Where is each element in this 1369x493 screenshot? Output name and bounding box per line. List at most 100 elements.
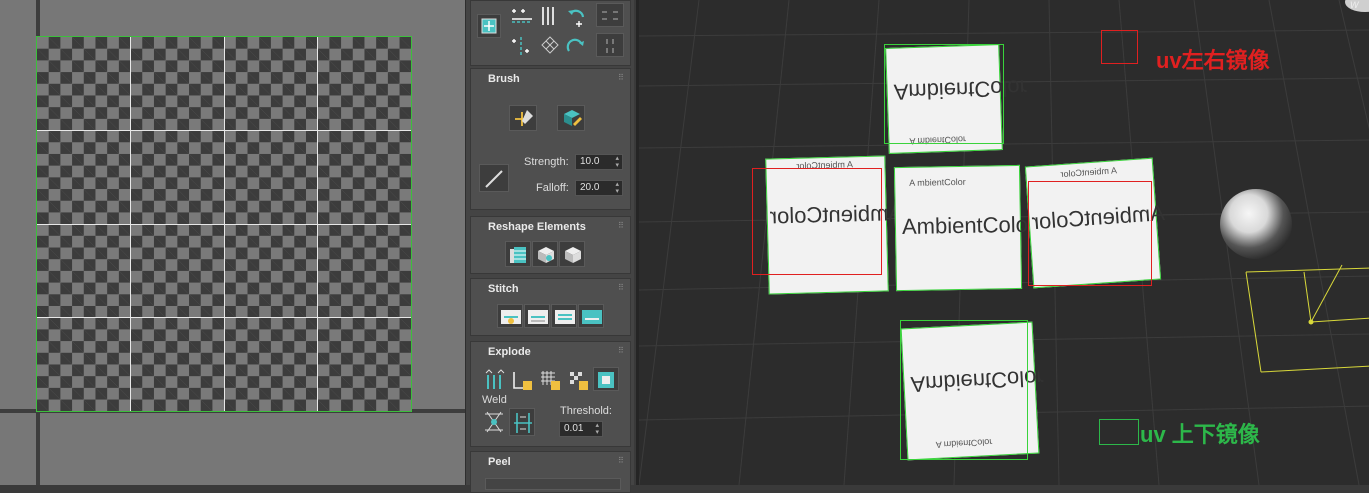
- brush-move-icon: [515, 110, 533, 126]
- stitch-to-source-button[interactable]: [524, 304, 550, 328]
- weld-target-button[interactable]: [509, 408, 535, 436]
- stitch-average-button[interactable]: [551, 304, 577, 328]
- uv-checker-texture[interactable]: [36, 36, 412, 412]
- align-tools-rollout: [470, 0, 631, 66]
- align-vertical-lines-button[interactable]: [537, 3, 561, 27]
- weld-label: Weld: [482, 394, 507, 406]
- annotation-lr-mirror: uv左右镜像: [1156, 48, 1270, 73]
- align-vertical-button[interactable]: [507, 33, 535, 57]
- brush-rollout: Brush ⠿ Strength: 10.0 ▴ ▾ Falloff: 20.0 …: [470, 68, 631, 210]
- spinner-arrows-icon[interactable]: ▴ ▾: [595, 422, 599, 436]
- strength-spinner[interactable]: 10.0 ▴ ▾: [575, 154, 623, 170]
- grid-diamond-icon: [541, 36, 559, 54]
- rotate-cw-icon: [566, 38, 584, 52]
- vertical-lines-icon: [542, 7, 554, 25]
- reshape-elements-rollout: Reshape Elements ⠿: [470, 216, 631, 274]
- uv-card-bottom-outline: [900, 320, 1028, 460]
- stitch-title[interactable]: Stitch: [471, 279, 630, 299]
- space-horizontal-button[interactable]: [596, 3, 624, 27]
- threshold-label: Threshold:: [560, 405, 612, 417]
- rollout-grip-icon: ⠿: [618, 73, 624, 82]
- checker-icon: [570, 372, 588, 390]
- strength-label: Strength:: [524, 156, 569, 168]
- rotate-ccw-button[interactable]: [563, 3, 587, 27]
- align-horizontal-icon: [512, 9, 532, 23]
- strength-value: 10.0: [580, 156, 600, 167]
- straighten-icon: [510, 247, 526, 263]
- brush-relax-button[interactable]: [557, 105, 585, 131]
- stitch-rollout: Stitch ⠿: [470, 278, 631, 336]
- pencil-icon: [485, 170, 503, 188]
- card-small-label: A mbientColor: [1060, 165, 1118, 180]
- align-vertical-icon: [512, 37, 529, 55]
- uv-grid-line: [37, 317, 411, 318]
- legend-green-box: [1099, 419, 1139, 445]
- pin-tool-button[interactable]: [477, 14, 501, 38]
- uv-card-center[interactable]: AmbientColor A mbientColor: [893, 164, 1035, 292]
- cube-icon: [565, 247, 581, 263]
- break-icon: [485, 369, 505, 389]
- uv-editor-viewport[interactable]: [0, 0, 465, 485]
- mirror-highlight-right: [1028, 181, 1152, 286]
- card-small-label: A mbientColor: [909, 176, 966, 188]
- viewcube-label: W: [1350, 0, 1359, 10]
- grid-pattern-button[interactable]: [537, 33, 561, 57]
- rollout-grip-icon: ⠿: [618, 346, 624, 355]
- explode-rollout: Explode ⠿ Weld Threshold: 0.01 ▴ ▾: [470, 341, 631, 447]
- rollout-grip-icon: ⠿: [618, 283, 624, 292]
- relax-button[interactable]: [532, 241, 558, 267]
- rollout-grip-icon: ⠿: [618, 221, 624, 230]
- stitch-source-icon: [528, 310, 548, 324]
- align-horizontal-button[interactable]: [507, 3, 535, 27]
- flatten-material-icon: [598, 372, 614, 388]
- peel-rollout: Peel ⠿: [470, 451, 631, 493]
- falloff-label: Falloff:: [536, 182, 569, 194]
- legend-red-box: [1101, 30, 1138, 64]
- weld-icon: [485, 411, 503, 433]
- spinner-arrows-icon[interactable]: ▴ ▾: [615, 181, 619, 195]
- flatten-by-polygon-button[interactable]: [537, 367, 563, 391]
- selected-object-outline[interactable]: [1245, 264, 1369, 373]
- explode-title[interactable]: Explode: [471, 342, 630, 362]
- flatten-by-material-button[interactable]: [593, 367, 619, 391]
- straighten-selection-button[interactable]: [505, 241, 531, 267]
- relax-cube-icon: [538, 247, 554, 263]
- rotate-cw-button[interactable]: [563, 33, 587, 57]
- textured-sphere[interactable]: [1220, 189, 1292, 259]
- stitch-custom-button[interactable]: [497, 304, 523, 328]
- peel-title[interactable]: Peel: [471, 452, 630, 472]
- falloff-spinner[interactable]: 20.0 ▴ ▾: [575, 180, 623, 196]
- falloff-value: 20.0: [580, 182, 600, 193]
- unwrap-tools-panel: Brush ⠿ Strength: 10.0 ▴ ▾ Falloff: 20.0 …: [465, 0, 634, 493]
- stitch-to-target-button[interactable]: [578, 304, 604, 328]
- card-label: AmbientColor: [901, 211, 1036, 239]
- detach-edge-button[interactable]: [509, 367, 535, 391]
- stitch-custom-icon: [501, 310, 521, 324]
- weld-target-icon: [514, 413, 532, 433]
- rotate-ccw-icon: [568, 9, 585, 27]
- perspective-viewport[interactable]: W AmbientColor A mbientColor AmbientColo…: [636, 0, 1369, 485]
- uv-grid-line: [37, 224, 411, 225]
- stitch-average-icon: [555, 310, 575, 324]
- stitch-target-icon: [582, 310, 602, 324]
- peel-button-row: [485, 478, 621, 490]
- mirror-highlight-left: [752, 168, 882, 275]
- break-button[interactable]: [481, 367, 507, 391]
- annotation-tb-mirror: uv 上下镜像: [1140, 422, 1260, 447]
- weld-selected-button[interactable]: [481, 408, 507, 436]
- space-vertical-icon: [606, 39, 614, 53]
- flatten-grid-icon: [541, 371, 560, 390]
- brush-pencil-button[interactable]: [479, 164, 509, 192]
- reshape-elements-title[interactable]: Reshape Elements: [471, 217, 630, 237]
- brush-move-button[interactable]: [509, 105, 537, 131]
- flatten-by-smoothing-button[interactable]: [565, 367, 591, 391]
- rollout-grip-icon: ⠿: [618, 456, 624, 465]
- threshold-value: 0.01: [564, 423, 584, 434]
- space-horizontal-icon: [602, 11, 618, 20]
- spinner-arrows-icon[interactable]: ▴ ▾: [615, 155, 619, 169]
- relax-settings-button[interactable]: [559, 241, 585, 267]
- brush-rollout-title[interactable]: Brush: [471, 69, 630, 89]
- threshold-spinner[interactable]: 0.01 ▴ ▾: [559, 421, 603, 437]
- space-vertical-button[interactable]: [596, 33, 624, 57]
- brush-relax-icon: [564, 110, 582, 126]
